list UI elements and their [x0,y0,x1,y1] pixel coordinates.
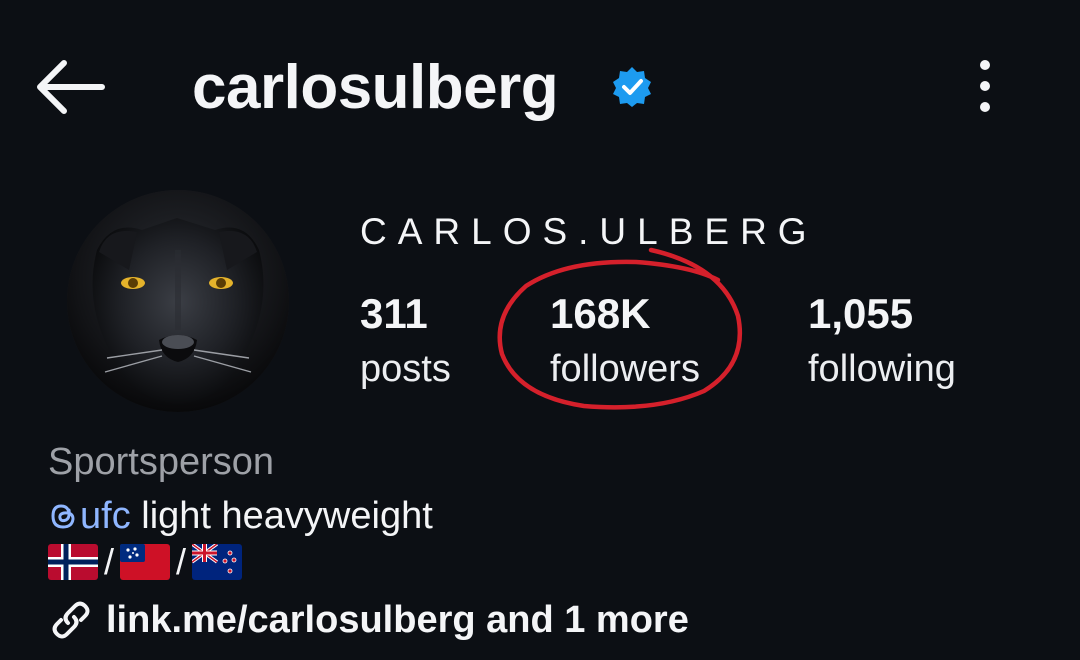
bio-text: light heavyweight [130,495,433,537]
flag-separator: / [176,541,187,582]
arrow-left-icon [37,60,105,114]
link-icon [52,601,90,639]
more-options-button[interactable] [962,55,1008,117]
profile-username: carlosulberg [192,53,559,122]
following-stat[interactable]: 1,055 following [808,286,956,396]
threads-icon [51,504,75,529]
more-vertical-icon [980,60,990,112]
flag-separator: / [104,541,115,582]
new-zealand-flag-icon [192,544,243,580]
profile-link-text: link.me/carlosulberg and 1 more [106,598,689,641]
following-label: following [808,348,956,390]
following-count: 1,055 [808,290,914,337]
flags-row: / / [48,541,243,582]
followers-label: followers [550,348,700,390]
mention-text: ufc [80,495,131,537]
posts-label: posts [360,348,451,390]
posts-stat[interactable]: 311 posts [360,286,451,396]
verified-badge-icon [610,65,654,109]
norway-flag-icon [48,544,98,580]
ufc-mention-link[interactable]: ufc [48,495,131,537]
followers-stat[interactable]: 168K followers [550,286,700,396]
profile-display-name: CARLOS.ULBERG [360,211,818,252]
profile-avatar[interactable] [67,190,289,412]
profile-category: Sportsperson [48,441,275,483]
profile-link[interactable]: link.me/carlosulberg and 1 more [48,596,689,644]
bio-line: ufc light heavyweight [48,490,433,542]
followers-count: 168K [550,290,651,337]
posts-count: 311 [360,290,428,337]
black-panther-avatar [67,190,289,412]
back-button[interactable] [30,55,110,120]
samoa-flag-icon [120,544,171,580]
